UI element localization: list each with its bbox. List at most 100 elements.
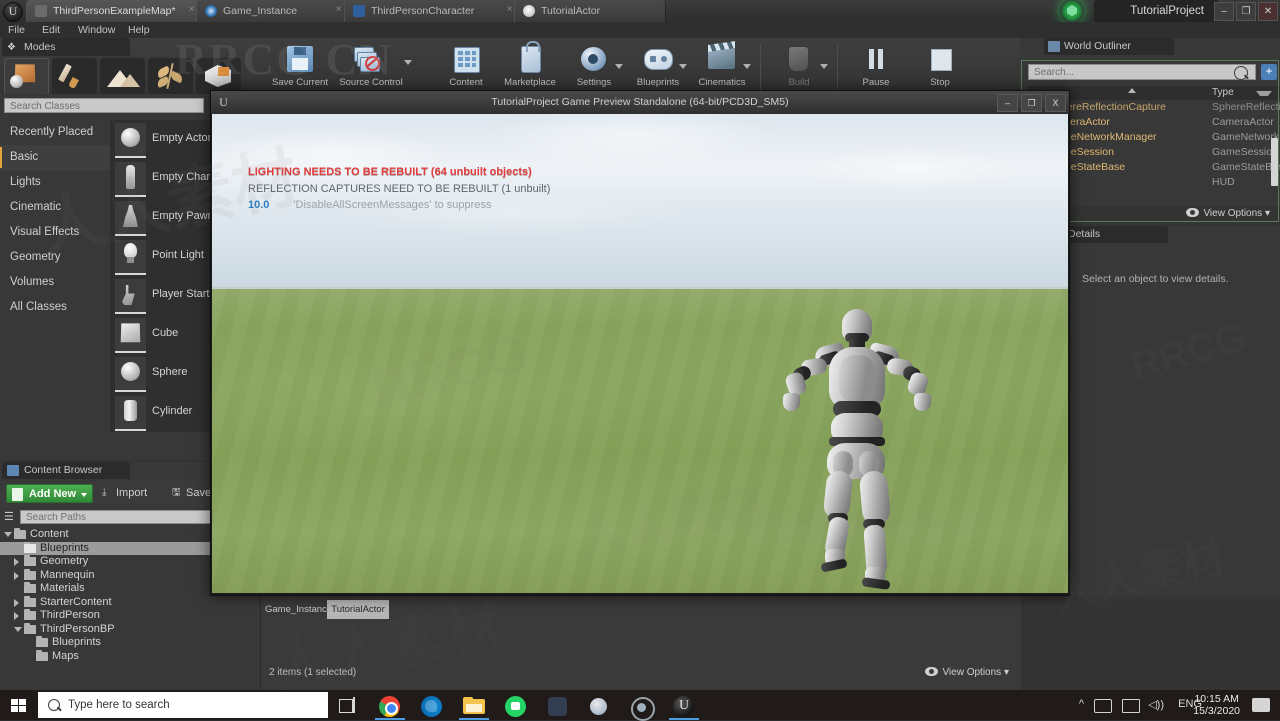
foliage-mode-icon[interactable] bbox=[148, 58, 193, 95]
landscape-mode-icon[interactable] bbox=[100, 58, 145, 95]
menu-file[interactable]: File bbox=[8, 22, 25, 38]
sort-ascending-icon[interactable] bbox=[1128, 88, 1136, 93]
close-button[interactable]: ✕ bbox=[1258, 2, 1278, 21]
start-button[interactable] bbox=[4, 694, 34, 716]
unreal-icon[interactable]: U bbox=[669, 693, 699, 717]
notification-icon[interactable] bbox=[1252, 698, 1270, 712]
chevron-down-icon[interactable] bbox=[820, 64, 828, 69]
tray-chevron-icon[interactable]: ^ bbox=[1079, 698, 1084, 710]
blueprints-button[interactable]: Blueprints bbox=[626, 44, 690, 92]
search-classes-input[interactable]: Search Classes bbox=[4, 98, 204, 113]
maximize-button[interactable]: ❐ bbox=[1021, 94, 1042, 112]
tab-game-instance[interactable]: Game_Instance × bbox=[196, 0, 351, 22]
category-recently-placed[interactable]: Recently Placed bbox=[0, 120, 110, 145]
paint-mode-icon[interactable] bbox=[52, 58, 97, 95]
tree-item-third-person[interactable]: ThirdPerson bbox=[0, 609, 260, 623]
pause-button[interactable]: Pause bbox=[844, 44, 908, 92]
source-control-icon bbox=[352, 47, 380, 72]
list-item[interactable]: Player Start bbox=[110, 276, 212, 315]
category-volumes[interactable]: Volumes bbox=[0, 270, 110, 295]
cinematics-button[interactable]: Cinematics bbox=[690, 44, 754, 92]
sound-app-icon[interactable] bbox=[585, 693, 615, 717]
content-view-options-button[interactable]: View Options ▾ bbox=[925, 667, 1009, 678]
list-item[interactable]: Empty Character bbox=[110, 159, 235, 198]
taskbar-search-box[interactable]: Type here to search bbox=[38, 692, 328, 718]
game-viewport[interactable]: LIGHTING NEEDS TO BE REBUILT (64 unbuilt… bbox=[212, 114, 1068, 593]
minimize-button[interactable]: – bbox=[997, 94, 1018, 112]
outliner-search-input[interactable]: Search... bbox=[1028, 64, 1256, 80]
chevron-down-icon[interactable] bbox=[679, 64, 687, 69]
file-explorer-icon[interactable] bbox=[459, 693, 489, 717]
whatsapp-icon[interactable] bbox=[501, 693, 531, 717]
close-icon[interactable]: × bbox=[333, 4, 344, 15]
column-filter-icon[interactable] bbox=[1256, 91, 1272, 96]
app-icon[interactable] bbox=[543, 693, 573, 717]
save-label: Save bbox=[186, 487, 212, 499]
menu-edit[interactable]: Edit bbox=[42, 22, 60, 38]
tree-item-third-person-bp[interactable]: ThirdPersonBP bbox=[0, 622, 260, 637]
asset-tutorial-actor[interactable]: TutorialActor bbox=[327, 600, 389, 619]
list-item[interactable]: Cube bbox=[110, 315, 212, 354]
category-lights[interactable]: Lights bbox=[0, 170, 110, 195]
asset-game-instance[interactable]: Game_Instance bbox=[265, 600, 332, 619]
chrome-icon[interactable] bbox=[375, 693, 405, 717]
outliner-column-type[interactable]: Type bbox=[1212, 86, 1234, 100]
category-cinematic[interactable]: Cinematic bbox=[0, 195, 110, 220]
clock-time: 10:15 AM bbox=[1194, 693, 1239, 705]
tab-label: ThirdPersonCharacter bbox=[371, 5, 475, 17]
world-outliner-tab[interactable]: World Outliner bbox=[1044, 38, 1174, 55]
source-control-button[interactable]: Source Control bbox=[332, 44, 412, 92]
toolbar-button-label: Stop bbox=[930, 77, 950, 88]
list-item[interactable]: Sphere bbox=[110, 354, 212, 393]
chevron-down-icon[interactable] bbox=[404, 60, 412, 65]
list-item[interactable]: Point Light bbox=[110, 237, 212, 276]
list-item[interactable]: Empty Pawn bbox=[110, 198, 214, 237]
volume-tray-icon[interactable]: ◁)) bbox=[1148, 698, 1164, 711]
modes-tab[interactable]: ❖ Modes bbox=[2, 38, 130, 56]
menu-window[interactable]: Window bbox=[78, 22, 115, 38]
add-new-button[interactable]: Add New bbox=[6, 484, 94, 503]
tree-item-starter-content[interactable]: StarterContent bbox=[0, 595, 260, 610]
category-geometry[interactable]: Geometry bbox=[0, 245, 110, 270]
outliner-scrollbar[interactable] bbox=[1271, 138, 1278, 186]
tab-third-person-example-map[interactable]: ThirdPersonExampleMap* × bbox=[26, 0, 204, 22]
tree-item-bp-maps[interactable]: Maps bbox=[0, 649, 260, 664]
save-current-button[interactable]: Save Current bbox=[268, 44, 332, 92]
stop-button[interactable]: Stop bbox=[908, 44, 972, 92]
filter-paths-icon[interactable]: ☰ bbox=[4, 510, 18, 524]
save-all-button[interactable]: 🖫 Save bbox=[172, 485, 211, 502]
nvidia-icon[interactable] bbox=[627, 693, 657, 721]
maximize-button[interactable]: ❐ bbox=[1236, 2, 1256, 21]
display-tray-icon[interactable] bbox=[1122, 699, 1140, 713]
search-icon bbox=[48, 699, 60, 711]
map-icon bbox=[35, 5, 47, 17]
content-button[interactable]: Content bbox=[434, 44, 498, 92]
place-mode-icon[interactable] bbox=[4, 58, 49, 95]
outliner-row-name: GameStateBase bbox=[1048, 161, 1126, 173]
build-button[interactable]: Build bbox=[767, 44, 831, 92]
edge-icon[interactable] bbox=[417, 693, 447, 717]
menu-help[interactable]: Help bbox=[128, 22, 150, 38]
chevron-down-icon[interactable] bbox=[743, 64, 751, 69]
settings-button[interactable]: Settings bbox=[562, 44, 626, 92]
import-button[interactable]: ⤓ Import bbox=[102, 485, 147, 502]
taskbar-clock[interactable]: 10:15 AM 15/3/2020 bbox=[1193, 693, 1240, 717]
minimize-button[interactable]: – bbox=[1214, 2, 1234, 21]
category-visual-effects[interactable]: Visual Effects bbox=[0, 220, 110, 245]
tab-tutorial-actor[interactable]: TutorialActor bbox=[514, 0, 666, 22]
tree-item-bp-blueprints[interactable]: Blueprints bbox=[0, 636, 260, 650]
category-basic[interactable]: Basic bbox=[0, 145, 110, 170]
chevron-down-icon[interactable] bbox=[615, 64, 623, 69]
add-actor-button[interactable]: + bbox=[1261, 64, 1277, 80]
close-button[interactable]: X bbox=[1045, 94, 1066, 112]
details-empty-message: Select an object to view details. bbox=[1082, 273, 1229, 285]
list-item[interactable]: Cylinder bbox=[110, 393, 212, 432]
outliner-view-options-button[interactable]: View Options ▾ bbox=[1186, 206, 1270, 222]
task-view-icon[interactable] bbox=[333, 693, 363, 717]
marketplace-button[interactable]: Marketplace bbox=[498, 41, 562, 92]
video-tray-icon[interactable] bbox=[1094, 699, 1112, 713]
list-item[interactable]: Empty Actor bbox=[110, 120, 212, 159]
category-all-classes[interactable]: All Classes bbox=[0, 295, 110, 320]
content-browser-tab[interactable]: Content Browser bbox=[2, 462, 130, 479]
tab-third-person-character[interactable]: ThirdPersonCharacter × bbox=[344, 0, 522, 22]
